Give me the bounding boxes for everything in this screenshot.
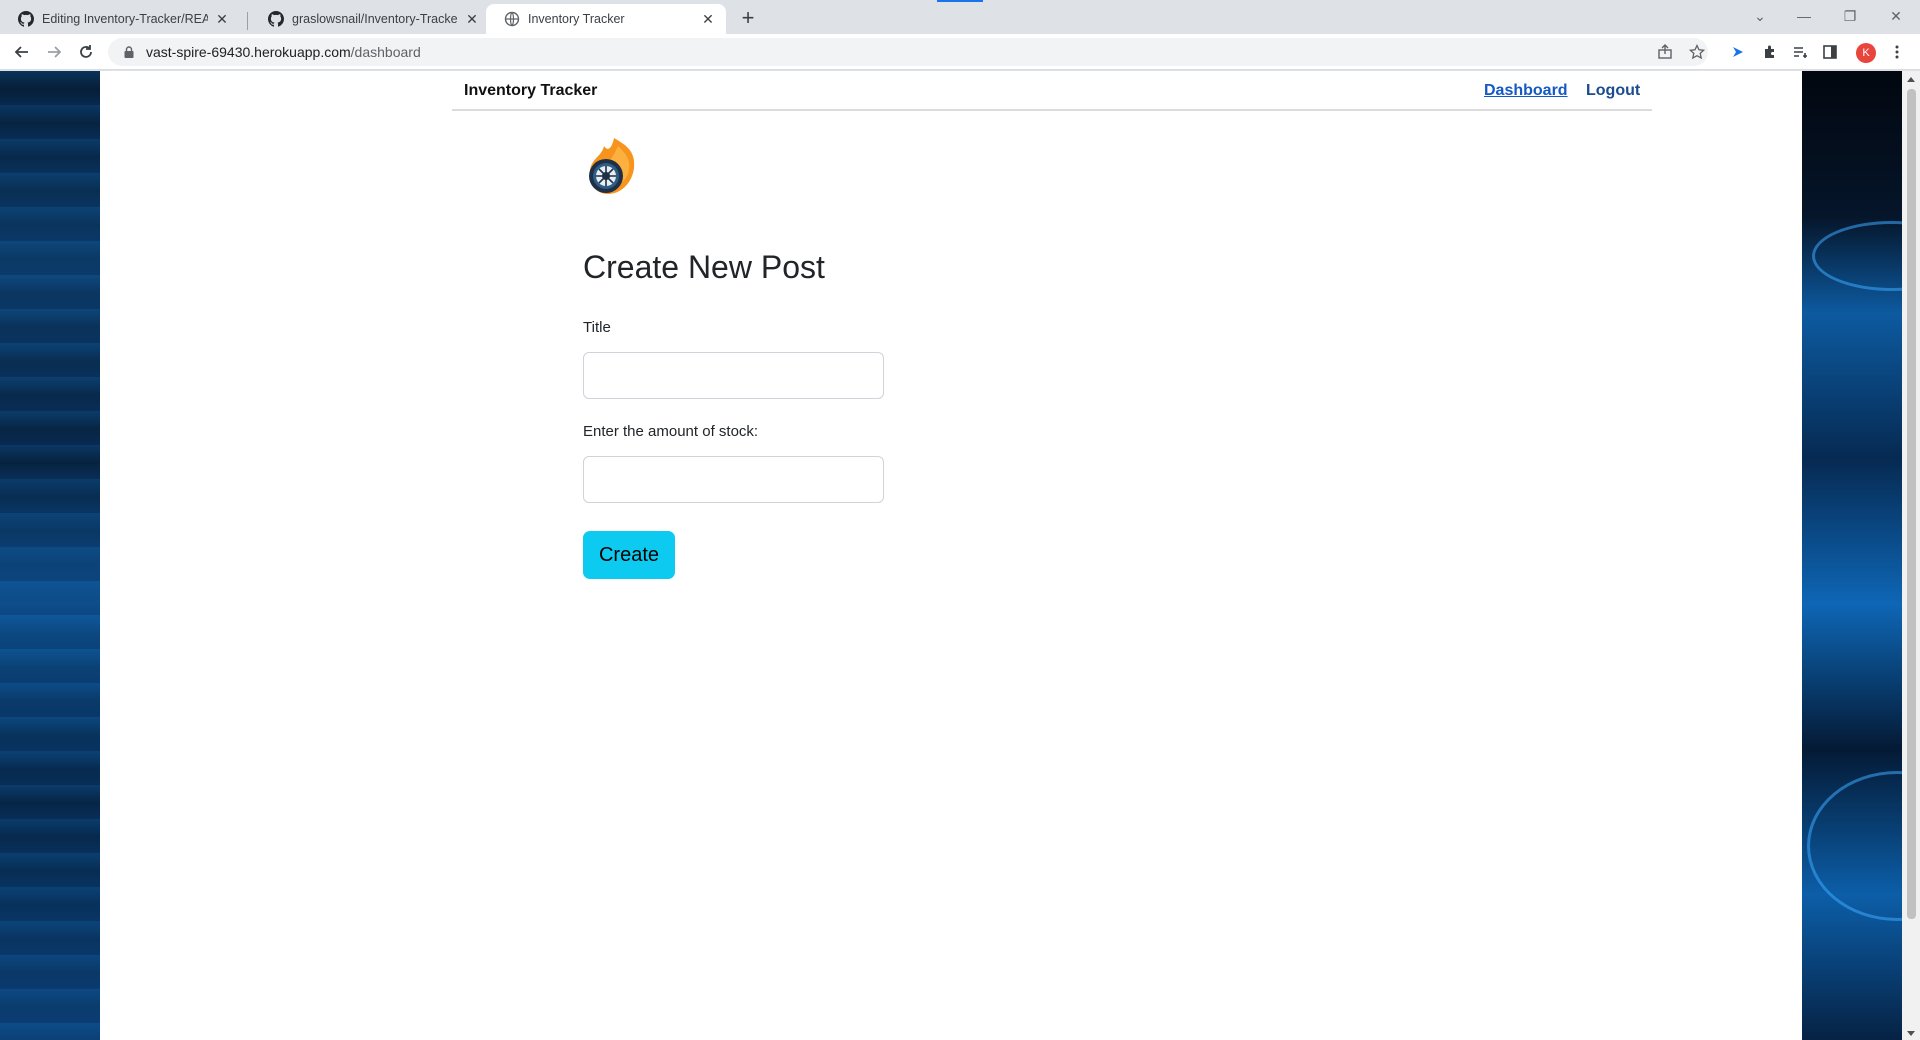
tab-title: Editing Inventory-Tracker/READM bbox=[42, 12, 208, 26]
reading-list-icon[interactable] bbox=[1790, 42, 1810, 62]
background-wallpaper-left bbox=[0, 71, 100, 1040]
address-bar[interactable]: vast-spire-69430.herokuapp.com/dashboard bbox=[108, 38, 1708, 66]
browser-tab-repo[interactable]: graslowsnail/Inventory-Tracker ✕ bbox=[250, 4, 490, 34]
close-icon[interactable]: ✕ bbox=[464, 11, 480, 27]
browser-tabstrip: Editing Inventory-Tracker/READM ✕ graslo… bbox=[0, 0, 1920, 34]
browser-toolbar: vast-spire-69430.herokuapp.com/dashboard… bbox=[0, 34, 1920, 70]
restore-icon[interactable]: ❐ bbox=[1830, 4, 1870, 28]
site-navbar: Inventory Tracker Dashboard Logout bbox=[452, 71, 1652, 111]
close-icon[interactable]: ✕ bbox=[700, 11, 716, 27]
page-scrollbar[interactable] bbox=[1902, 71, 1920, 1040]
github-icon bbox=[268, 11, 284, 27]
tab-loading-indicator bbox=[937, 0, 983, 2]
scrollbar-thumb[interactable] bbox=[1907, 89, 1916, 919]
back-icon[interactable] bbox=[8, 38, 36, 66]
tab-divider bbox=[247, 12, 248, 30]
new-tab-button[interactable]: + bbox=[736, 5, 760, 30]
close-window-icon[interactable]: ✕ bbox=[1876, 4, 1916, 28]
puzzle-icon[interactable] bbox=[1760, 42, 1780, 62]
url-host: vast-spire-69430.herokuapp.com bbox=[146, 44, 351, 60]
tab-title: Inventory Tracker bbox=[528, 12, 625, 26]
tab-search-icon[interactable]: ⌄ bbox=[1740, 4, 1780, 28]
page-title: Create New Post bbox=[583, 249, 825, 285]
flaming-wheel-logo-icon bbox=[589, 138, 635, 194]
title-label: Title bbox=[583, 319, 611, 336]
bookmark-star-icon[interactable] bbox=[1687, 42, 1707, 62]
github-icon bbox=[18, 11, 34, 27]
stock-label: Enter the amount of stock: bbox=[583, 423, 759, 440]
url-text: vast-spire-69430.herokuapp.com/dashboard bbox=[146, 44, 421, 60]
forward-icon[interactable] bbox=[40, 38, 68, 66]
close-icon[interactable]: ✕ bbox=[214, 11, 230, 27]
more-menu-icon[interactable] bbox=[1887, 42, 1907, 62]
background-wallpaper-right bbox=[1802, 71, 1920, 1040]
extension-arrow-icon[interactable] bbox=[1728, 42, 1748, 62]
browser-tab-readme[interactable]: Editing Inventory-Tracker/READM ✕ bbox=[0, 4, 240, 34]
browser-viewport: Inventory Tracker Dashboard Logout Creat… bbox=[0, 71, 1920, 1040]
reload-icon[interactable] bbox=[72, 38, 100, 66]
page-content: Inventory Tracker Dashboard Logout Creat… bbox=[100, 71, 1802, 1040]
scroll-down-icon[interactable] bbox=[1907, 1031, 1915, 1036]
tab-title: graslowsnail/Inventory-Tracker bbox=[292, 12, 458, 26]
scroll-up-icon[interactable] bbox=[1907, 77, 1915, 82]
profile-avatar[interactable]: K bbox=[1856, 43, 1876, 63]
stock-input[interactable] bbox=[583, 456, 884, 503]
site-brand[interactable]: Inventory Tracker bbox=[464, 82, 597, 100]
url-path: /dashboard bbox=[350, 44, 421, 60]
share-icon[interactable] bbox=[1655, 42, 1675, 62]
nav-logout-link[interactable]: Logout bbox=[1586, 82, 1640, 100]
globe-icon bbox=[504, 11, 520, 27]
create-button[interactable]: Create bbox=[583, 531, 675, 579]
side-panel-icon[interactable] bbox=[1820, 42, 1840, 62]
title-input[interactable] bbox=[583, 352, 884, 399]
lock-icon bbox=[124, 46, 134, 58]
minimize-icon[interactable]: — bbox=[1784, 4, 1824, 28]
nav-dashboard-link[interactable]: Dashboard bbox=[1484, 82, 1568, 100]
browser-tab-inventory-tracker[interactable]: Inventory Tracker ✕ bbox=[486, 4, 726, 34]
